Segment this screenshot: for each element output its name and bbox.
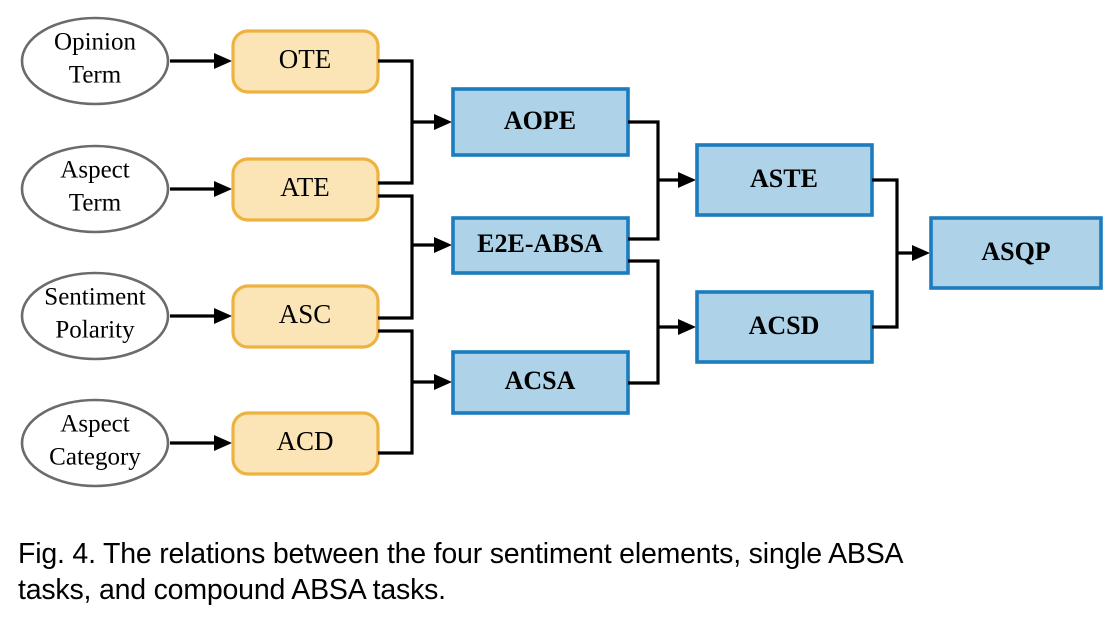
sentiment-element-aspect-term: Aspect Term — [20, 144, 170, 234]
compound-task-label: ASTE — [750, 164, 818, 193]
figure-caption: Fig. 4. The relations between the four s… — [18, 538, 904, 607]
compound-task-label: AOPE — [504, 106, 576, 135]
absa-relations-diagram: Opinion Term Aspect Term Sentiment Polar… — [20, 16, 1103, 488]
single-task-label: ATE — [280, 172, 330, 202]
compound-task-acsd[interactable]: ACSD — [695, 290, 874, 364]
compound-task-aope[interactable]: AOPE — [451, 87, 630, 157]
compound-task-label: ACSA — [505, 366, 576, 395]
arrow-aspect-term-to-ate — [170, 181, 232, 197]
compound-task-acsa[interactable]: ACSA — [451, 350, 630, 415]
single-task-acd[interactable]: ACD — [231, 411, 380, 476]
single-task-label: ACD — [276, 426, 333, 456]
compound-task-label: E2E-ABSA — [477, 229, 603, 258]
sentiment-element-opinion-term: Opinion Term — [20, 16, 170, 106]
arrow-aspect-category-to-acd — [170, 435, 232, 451]
sentiment-element-label-line2: Term — [69, 190, 122, 217]
connector-e2eabsa-acsa-to-acsd — [628, 259, 696, 385]
compound-task-e2e-absa[interactable]: E2E-ABSA — [451, 216, 630, 275]
compound-task-label: ACSD — [749, 311, 820, 340]
arrow-opinion-term-to-ote — [170, 53, 232, 69]
single-task-ote[interactable]: OTE — [231, 29, 380, 94]
compound-task-aste[interactable]: ASTE — [695, 143, 874, 217]
figure-container: Opinion Term Aspect Term Sentiment Polar… — [0, 0, 1120, 634]
connector-aste-acsd-to-asqp — [872, 178, 930, 329]
sentiment-element-aspect-category: Aspect Category — [20, 398, 170, 488]
sentiment-element-label-line1: Sentiment — [44, 284, 145, 311]
single-task-label: ASC — [279, 299, 332, 329]
sentiment-element-label-line1: Opinion — [54, 29, 136, 56]
sentiment-element-label-line2: Polarity — [55, 317, 135, 344]
sentiment-element-label-line1: Aspect — [60, 157, 129, 184]
connector-asc-acd-to-acsa — [378, 329, 452, 455]
connector-ote-ate-to-aope — [378, 59, 452, 185]
arrow-sentiment-polarity-to-asc — [170, 308, 232, 324]
single-task-ate[interactable]: ATE — [231, 157, 380, 222]
sentiment-element-label-line2: Category — [49, 444, 141, 471]
sentiment-element-sentiment-polarity: Sentiment Polarity — [20, 271, 170, 361]
connector-ate-asc-to-e2e-absa — [378, 194, 452, 320]
sentiment-element-label-line1: Aspect — [60, 411, 129, 438]
sentiment-element-label-line2: Term — [69, 62, 122, 89]
connector-aope-e2eabsa-to-aste — [628, 120, 696, 241]
compound-task-asqp[interactable]: ASQP — [929, 216, 1103, 290]
single-task-label: OTE — [279, 44, 331, 74]
compound-task-label: ASQP — [981, 237, 1050, 266]
single-task-asc[interactable]: ASC — [231, 284, 380, 349]
